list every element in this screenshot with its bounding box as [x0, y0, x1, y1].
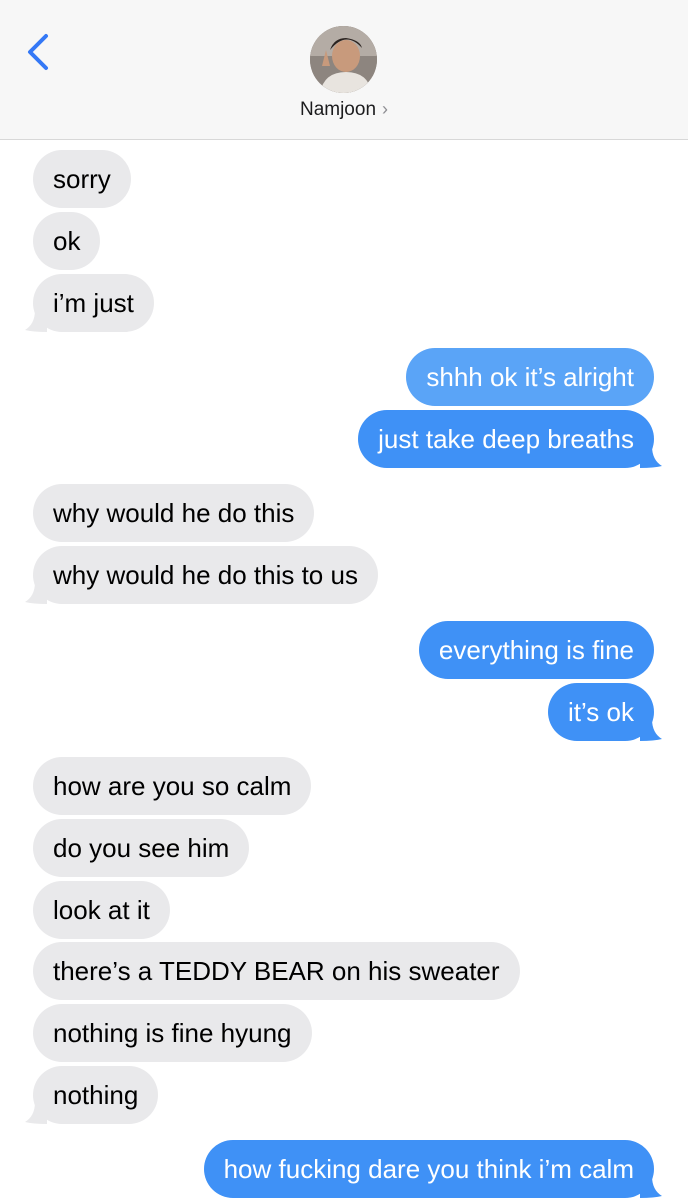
message-text: nothing is fine hyung	[53, 1018, 292, 1048]
message-text: ok	[53, 226, 81, 256]
received-message-bubble[interactable]: why would he do this	[33, 484, 315, 542]
contact-name-button[interactable]: Namjoon ›	[0, 99, 688, 121]
message-row: sorry	[33, 150, 131, 208]
sent-message-bubble[interactable]: shhh ok it’s alright	[406, 348, 654, 406]
chevron-left-icon	[28, 34, 48, 70]
received-message-bubble[interactable]: why would he do this to us	[25, 546, 378, 604]
received-message-bubble[interactable]: sorry	[33, 150, 131, 208]
message-row: do you see him	[33, 819, 250, 877]
sent-message-bubble[interactable]: how fucking dare you think i’m calm	[203, 1140, 662, 1198]
message-row: how are you so calm	[33, 757, 312, 815]
message-row: it’s ok	[548, 683, 662, 741]
message-row: nothing is fine hyung	[33, 1004, 312, 1062]
message-text: it’s ok	[568, 697, 634, 727]
received-message-bubble[interactable]: do you see him	[33, 819, 250, 877]
message-text: why would he do this to us	[53, 560, 358, 590]
received-message-bubble[interactable]: nothing is fine hyung	[33, 1004, 312, 1062]
message-text: sorry	[53, 164, 111, 194]
contact-name: Namjoon	[299, 99, 377, 120]
bubble-tail	[640, 719, 662, 741]
message-row: just take deep breaths	[358, 410, 662, 468]
conversation-header: Namjoon ›	[0, 0, 688, 140]
received-message-bubble[interactable]: look at it	[33, 881, 170, 939]
message-row: shhh ok it’s alright	[406, 348, 654, 406]
received-message-bubble[interactable]: ok	[33, 212, 101, 270]
message-text: i’m just	[53, 288, 134, 318]
avatar[interactable]	[310, 26, 377, 93]
sent-message-bubble[interactable]: everything is fine	[418, 621, 654, 679]
message-text: nothing	[53, 1080, 139, 1110]
received-message-bubble[interactable]: i’m just	[25, 274, 154, 332]
message-row: nothing	[25, 1066, 159, 1124]
message-text: everything is fine	[438, 635, 634, 665]
message-row: ok	[33, 212, 101, 270]
message-row: why would he do this	[33, 484, 315, 542]
chevron-right-icon: ›	[382, 99, 389, 119]
received-message-bubble[interactable]: nothing	[25, 1066, 159, 1124]
message-text: look at it	[53, 895, 150, 925]
message-row: everything is fine	[418, 621, 654, 679]
message-text: how fucking dare you think i’m calm	[223, 1154, 634, 1184]
message-text: shhh ok it’s alright	[426, 362, 634, 392]
message-text: why would he do this	[53, 498, 295, 528]
message-text: just take deep breaths	[378, 424, 634, 454]
message-text: how are you so calm	[53, 771, 292, 801]
back-button[interactable]	[22, 32, 58, 72]
bubble-tail	[25, 310, 47, 332]
received-message-bubble[interactable]: how are you so calm	[33, 757, 312, 815]
message-row: look at it	[33, 881, 170, 939]
contact-photo	[310, 26, 377, 93]
message-row: why would he do this to us	[25, 546, 378, 604]
message-row: how fucking dare you think i’m calm	[203, 1140, 662, 1198]
bubble-tail	[25, 1102, 47, 1124]
bubble-tail	[25, 582, 47, 604]
bubble-tail	[640, 446, 662, 468]
message-row: there’s a TEDDY BEAR on his sweater	[33, 942, 520, 1000]
message-row: i’m just	[25, 274, 154, 332]
bubble-tail	[640, 1176, 662, 1198]
sent-message-bubble[interactable]: it’s ok	[548, 683, 662, 741]
message-text: do you see him	[53, 833, 230, 863]
received-message-bubble[interactable]: there’s a TEDDY BEAR on his sweater	[33, 942, 520, 1000]
sent-message-bubble[interactable]: just take deep breaths	[358, 410, 662, 468]
message-text: there’s a TEDDY BEAR on his sweater	[53, 956, 500, 986]
